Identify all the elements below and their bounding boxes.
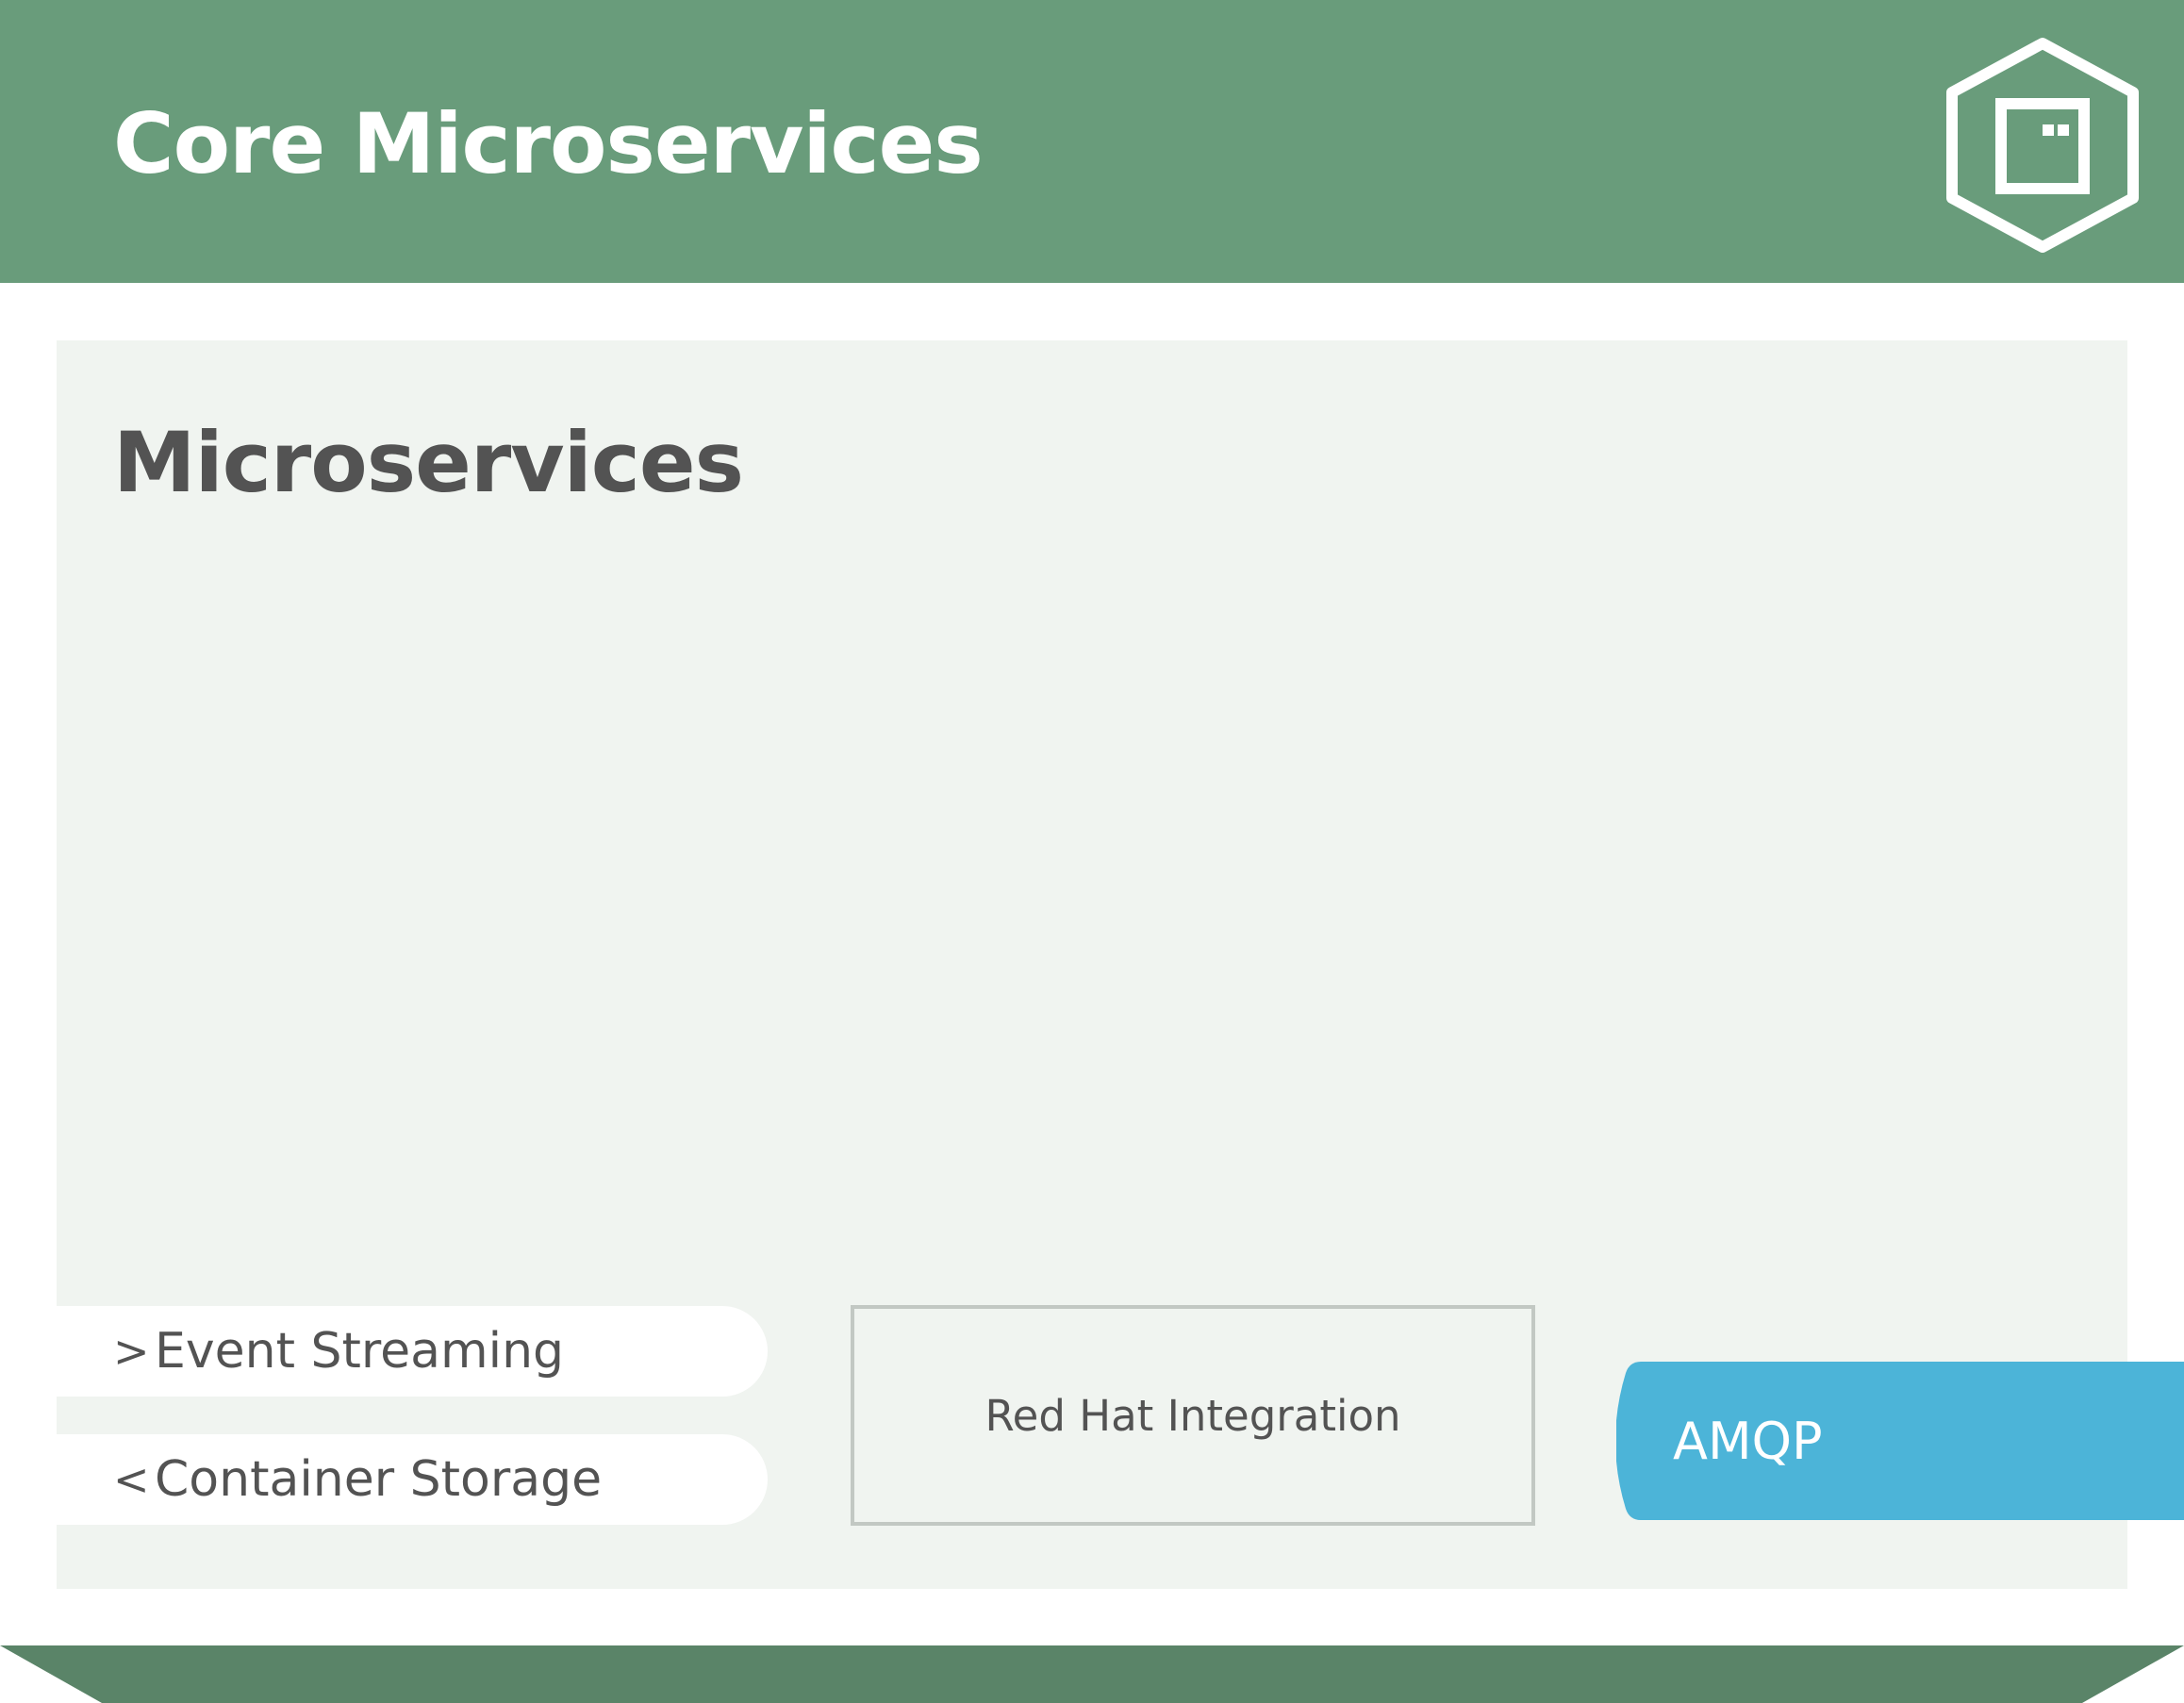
panel-title: Microservices [113,414,744,511]
chevron-left-icon: < [113,1454,150,1505]
tag-label: Event Streaming [155,1323,565,1380]
amqp-label: AMQP [1673,1412,1823,1471]
page: Core Microservices Microservices > Event… [0,0,2184,1703]
container-hexagon-icon [1946,38,2139,253]
chevron-right-icon: > [113,1326,150,1377]
page-title: Core Microservices [113,95,984,192]
tag-label: Container Storage [155,1451,603,1508]
integration-box: Red Hat Integration [851,1305,1535,1526]
tag-event-streaming: > Event Streaming [57,1306,768,1397]
tag-container-storage: < Container Storage [57,1434,768,1525]
footer-bar [0,1645,2184,1703]
integration-label: Red Hat Integration [984,1390,1401,1441]
